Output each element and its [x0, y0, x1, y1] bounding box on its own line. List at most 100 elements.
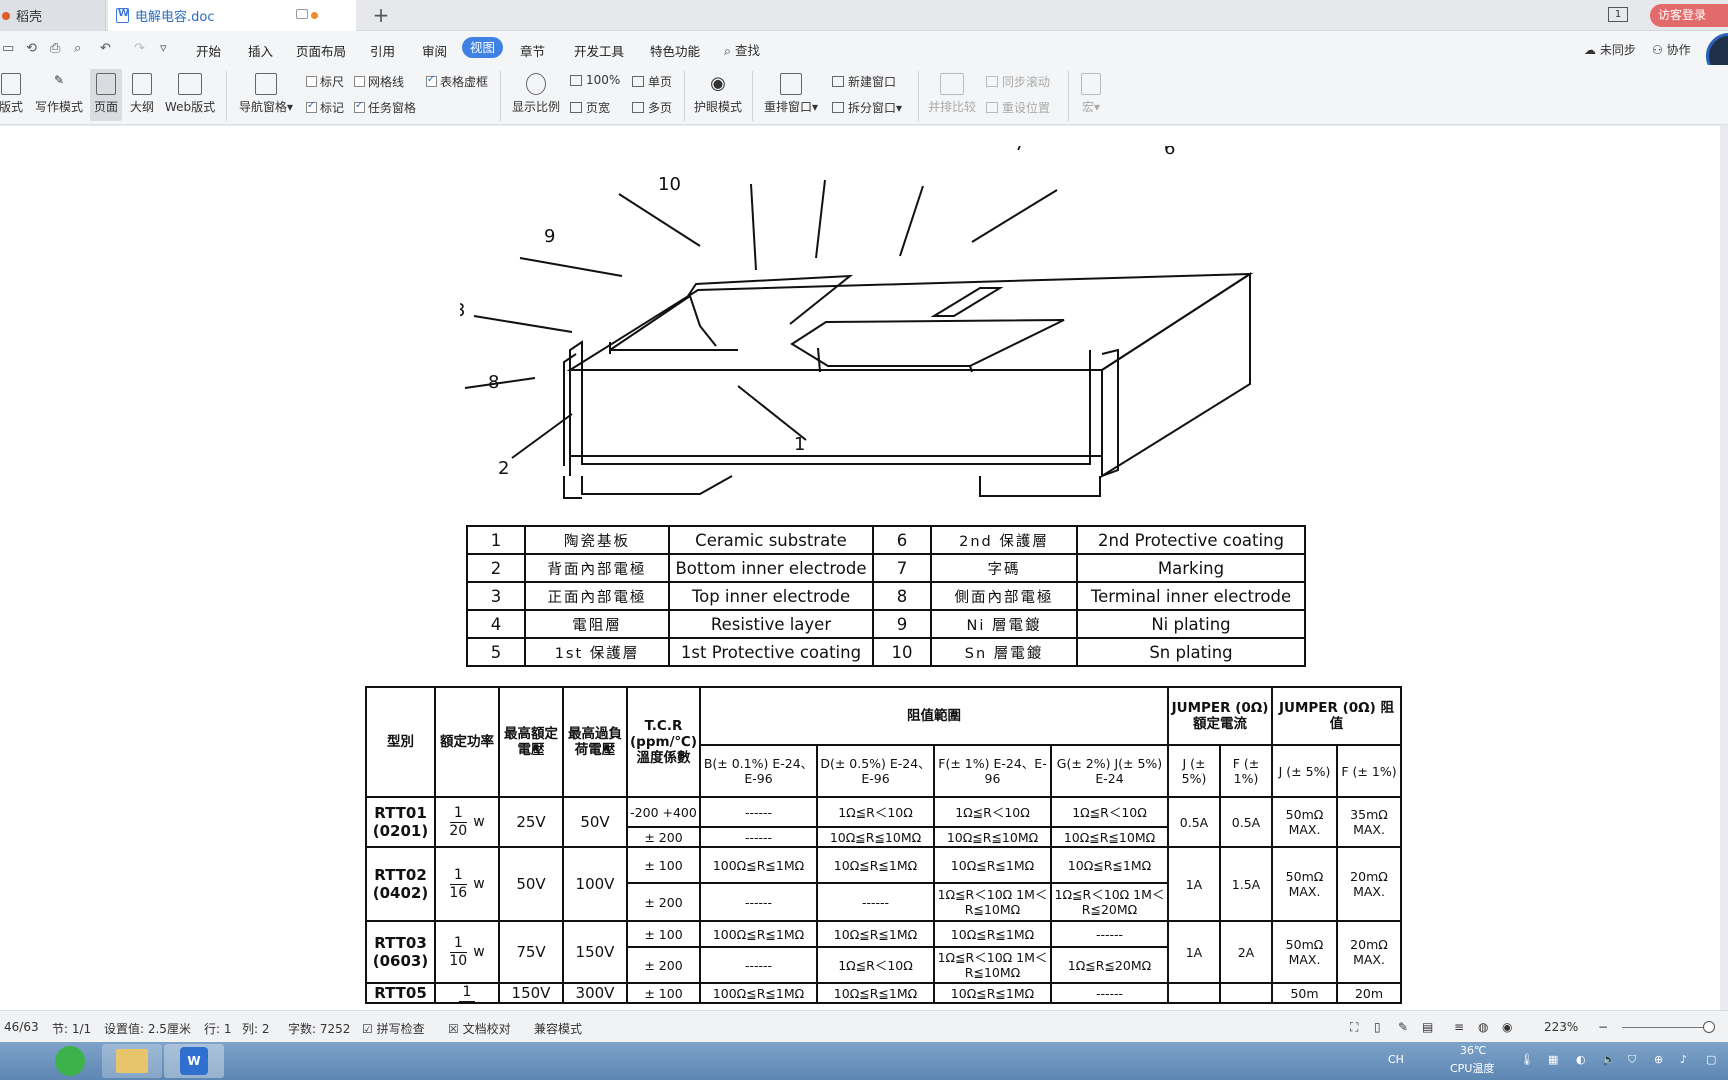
explorer-taskbar-icon[interactable]	[102, 1044, 162, 1078]
eye-protection-button[interactable]: ◉ 护眼模式	[692, 73, 744, 115]
reset-position-button[interactable]: 重设位置	[986, 99, 1050, 116]
menu-chapter[interactable]: 章节	[520, 41, 545, 60]
menu-developer[interactable]: 开发工具	[574, 41, 624, 60]
menu-special[interactable]: 特色功能	[650, 41, 700, 60]
outline-view-icon[interactable]: ≡	[1454, 1020, 1464, 1034]
eye-mode-icon[interactable]: ◉	[1502, 1020, 1512, 1034]
ime-indicator[interactable]: CH	[1388, 1053, 1404, 1066]
guest-login-button[interactable]: 访客登录	[1650, 4, 1728, 27]
wps-taskbar-icon[interactable]: W	[164, 1044, 224, 1078]
leader-5	[815, 179, 826, 259]
security-icon[interactable]: ◐	[1576, 1053, 1586, 1066]
edit-icon[interactable]: ✎	[1398, 1020, 1408, 1034]
zoom-slider-handle[interactable]	[1703, 1021, 1715, 1033]
gridlines-checkbox[interactable]: 网格线	[354, 73, 404, 90]
diagram-label-5: 5	[904, 146, 915, 147]
fullscreen-icon[interactable]: ⛶	[1350, 1020, 1358, 1035]
jumper-res-f-cell: 20mΩ MAX.	[1336, 846, 1402, 922]
ruler-checkbox[interactable]: 标尺	[306, 73, 344, 90]
zoom-level[interactable]: 223%	[1544, 1020, 1578, 1034]
window-count-badge[interactable]: 1	[1608, 7, 1628, 22]
spell-check-button[interactable]: ☑ 拼写检查	[362, 1020, 425, 1037]
undo-icon[interactable]: ↶	[100, 41, 111, 56]
legend-cell: 電阻層	[524, 609, 670, 639]
share-icon[interactable]: ⟲	[26, 41, 37, 56]
zoom-ratio-button[interactable]: 显示比例	[510, 73, 562, 115]
tcr-cell: ± 200	[626, 826, 701, 848]
document-page[interactable]: 1 2 3 4 5 6 7 8 9 10 1陶瓷基板Ceramic substr…	[0, 126, 1720, 1010]
zoom-slider[interactable]	[1622, 1027, 1714, 1028]
checkbox-box	[306, 100, 317, 113]
jumper-current-j-cell: 1A	[1167, 846, 1221, 922]
nav-pane-button[interactable]: 导航窗格▾	[236, 73, 296, 115]
collaborate-button[interactable]: ⚇ 协作	[1652, 41, 1691, 58]
print-icon[interactable]: ⎙	[50, 41, 60, 56]
writing-mode-button[interactable]: ✎ 写作模式	[34, 73, 84, 115]
vertical-scrollbar[interactable]	[1720, 126, 1728, 1010]
menu-home[interactable]: 开始	[196, 41, 221, 60]
spec-row: RTT03 (0603) 1 10 w 75V 150V ± 100 100Ω≦R≦1MΩ 10Ω…	[365, 920, 1402, 984]
header-range: 阻值範圍	[699, 686, 1169, 746]
outline-view-button[interactable]: 大纲	[126, 73, 158, 115]
page-width-button[interactable]: 页宽	[570, 99, 610, 116]
sync-status[interactable]: ☁ 未同步	[1584, 41, 1636, 58]
new-tab-button[interactable]: +	[370, 3, 392, 27]
proofread-button[interactable]: ☒ 文档校对	[448, 1020, 511, 1037]
tab-docer[interactable]: 稻壳	[0, 0, 106, 31]
range-d-cell: ------	[816, 882, 935, 922]
page-view-icon[interactable]: ▤	[1422, 1020, 1433, 1034]
tab-document[interactable]: 电解电容.doc	[108, 0, 356, 31]
new-window-button[interactable]: 新建窗口	[832, 73, 896, 90]
network-icon[interactable]: ▦	[1548, 1053, 1558, 1066]
customize-icon[interactable]: ▿	[160, 41, 167, 56]
macro-button[interactable]: 宏▾	[1076, 73, 1106, 115]
windows-taskbar: W CH 36℃ CPU温度 🌡 ▦ ◐ 🔈 ⛉ ⊕ ♪ ▢	[0, 1042, 1728, 1080]
single-page-button[interactable]: 单页	[632, 73, 672, 90]
menu-references[interactable]: 引用	[370, 41, 395, 60]
redo-icon[interactable]: ↷	[134, 41, 145, 56]
browser-taskbar-icon[interactable]	[40, 1044, 100, 1078]
print-preview-icon[interactable]: ⌕	[74, 41, 81, 56]
multi-page-button[interactable]: 多页	[632, 99, 672, 116]
notification-icon[interactable]: ▢	[1706, 1053, 1716, 1066]
range-b-cell: 100Ω≦R≦1MΩ	[699, 982, 818, 1004]
menu-review[interactable]: 审阅	[422, 41, 447, 60]
plus-icon[interactable]: ⊕	[1654, 1053, 1663, 1066]
split-window-button[interactable]: 拆分窗口 ▾	[832, 99, 902, 116]
jumper-res-f-cell: 20mΩ MAX.	[1336, 920, 1402, 984]
document-area[interactable]: 1 2 3 4 5 6 7 8 9 10 1陶瓷基板Ceramic substr…	[0, 126, 1728, 1010]
volume-icon[interactable]: 🔈	[1602, 1053, 1616, 1066]
menu-insert[interactable]: 插入	[248, 41, 273, 60]
zoom-100-button[interactable]: 100%	[570, 73, 620, 87]
word-count[interactable]: 字数: 7252	[288, 1020, 350, 1037]
arrange-icon	[780, 73, 802, 95]
table-gridlines-checkbox[interactable]: 表格虚框	[426, 73, 488, 90]
spec-row: RTT01 (0201) 1 20 w 25V 50V -200 +400 ------ 1Ω≦R…	[365, 796, 1402, 848]
legend-cell: Marking	[1076, 553, 1306, 583]
arrange-windows-button[interactable]: 重排窗口▾	[762, 73, 820, 115]
range-g-cell: 1Ω≦R≦20MΩ	[1050, 946, 1169, 984]
menu-page-layout[interactable]: 页面布局	[296, 41, 346, 60]
thermometer-icon[interactable]: 🌡	[1520, 1053, 1534, 1066]
user-icon: ⚇	[1652, 43, 1663, 57]
sync-scroll-button[interactable]: 同步滚动	[986, 73, 1050, 90]
reading-mode-icon[interactable]: ▯	[1374, 1020, 1381, 1034]
task-pane-checkbox[interactable]: 任务窗格	[354, 99, 416, 116]
speaker-icon[interactable]: ♪	[1680, 1053, 1687, 1066]
legend-cell: 正面內部電極	[524, 581, 670, 611]
save-icon[interactable]: ▭	[2, 41, 14, 56]
model-name: RTT01	[374, 804, 427, 822]
web-view-button[interactable]: Web版式	[162, 73, 218, 115]
window-icon[interactable]	[296, 9, 308, 19]
shield-icon[interactable]: ⛉	[1628, 1053, 1636, 1067]
search-menu[interactable]: ⌕ 查找	[724, 40, 760, 59]
zoom-out-icon[interactable]: −	[1598, 1020, 1608, 1034]
markup-checkbox[interactable]: 标记	[306, 99, 344, 116]
menu-view[interactable]: 视图	[462, 37, 504, 58]
layout-view-button[interactable]: 版式	[0, 73, 26, 115]
web-view-icon[interactable]: ◍	[1478, 1020, 1488, 1034]
side-by-side-button[interactable]: 并排比较	[926, 73, 978, 115]
page-count[interactable]: 46/63	[4, 1020, 39, 1034]
page-view-button[interactable]: 页面	[90, 69, 122, 121]
right-side	[1101, 272, 1251, 478]
